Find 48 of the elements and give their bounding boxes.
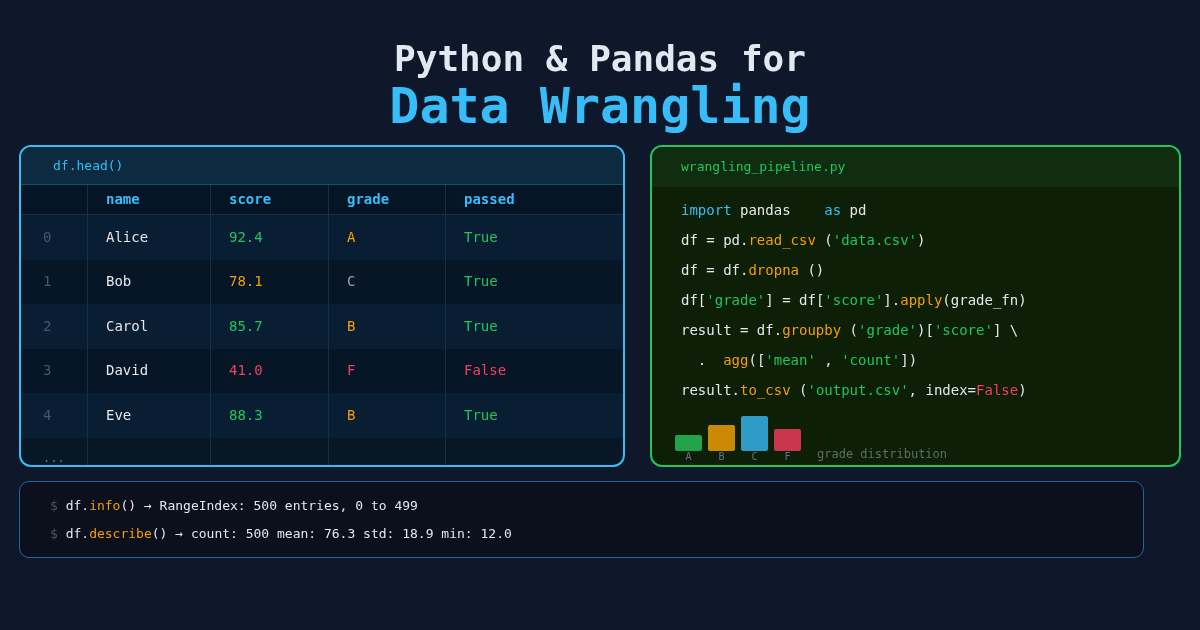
table-cell-text: False xyxy=(464,361,507,381)
row-index: 0 xyxy=(43,227,52,247)
table-cell-text: 78.1 xyxy=(229,272,263,292)
row-index: 1 xyxy=(43,272,52,292)
table-cell-text: 88.3 xyxy=(229,405,263,425)
title-highlight: Data Wrangling xyxy=(389,80,811,132)
table-cell-text: 92.4 xyxy=(229,227,263,247)
table-cell-text: B xyxy=(347,316,356,336)
chart-caption: grade distribution xyxy=(817,447,948,463)
panel-caption: df.head() xyxy=(53,156,124,175)
column-header: score xyxy=(229,190,272,209)
console-line: $ df.describe() → count: 500 mean: 76.3 std: 18.9 min: 12.0 xyxy=(50,524,513,543)
title-line: Python & Pandas for xyxy=(394,38,806,80)
table-cell-text: True xyxy=(464,272,498,292)
table-cell-text: True xyxy=(464,227,498,247)
code-line: result = df.groupby ('grade')['score'] \ xyxy=(681,321,1020,340)
bar-label: C xyxy=(751,451,758,463)
table-cell-text: F xyxy=(347,361,356,381)
table-cell-text: C xyxy=(347,272,356,292)
table-cell-text: B xyxy=(347,405,356,425)
code-line: . agg(['mean' , 'count']) xyxy=(696,351,919,370)
code-line: result.to_csv ('output.csv', index=False) xyxy=(681,381,1028,401)
console-line: $ df.info() → RangeIndex: 500 entries, 0 to 499 xyxy=(50,496,419,515)
table-cell-text: True xyxy=(464,405,498,425)
file-name: wrangling_pipeline.py xyxy=(681,158,846,177)
table-cell-text: Eve xyxy=(106,405,132,425)
row-index: 3 xyxy=(43,361,52,381)
code-line: df = df.dropna () xyxy=(681,261,826,280)
table-cell-text: 41.0 xyxy=(229,361,263,381)
ellipsis: ... xyxy=(43,451,65,465)
column-header: grade xyxy=(347,190,390,209)
table-cell-text: A xyxy=(347,227,356,247)
row-index: 2 xyxy=(43,316,52,336)
table-cell-text: Bob xyxy=(106,272,132,292)
code-line: df['grade'] = df['score'].apply(grade_fn) xyxy=(681,291,1028,311)
table-cell-text: Alice xyxy=(106,227,149,247)
code-line: import pandas as pd xyxy=(681,201,868,220)
table-cell-text: Carol xyxy=(106,316,149,336)
column-header: name xyxy=(106,190,140,209)
table-cell-text: True xyxy=(464,316,498,336)
table-cell-text: David xyxy=(106,361,149,381)
bar-label: A xyxy=(685,451,692,463)
column-header: passed xyxy=(464,190,515,209)
table-cell-text: 85.7 xyxy=(229,316,263,336)
bar-label: F xyxy=(784,451,791,463)
code-line: df = pd.read_csv ('data.csv') xyxy=(681,231,927,251)
row-index: 4 xyxy=(43,405,52,425)
bar-label: B xyxy=(718,451,725,463)
